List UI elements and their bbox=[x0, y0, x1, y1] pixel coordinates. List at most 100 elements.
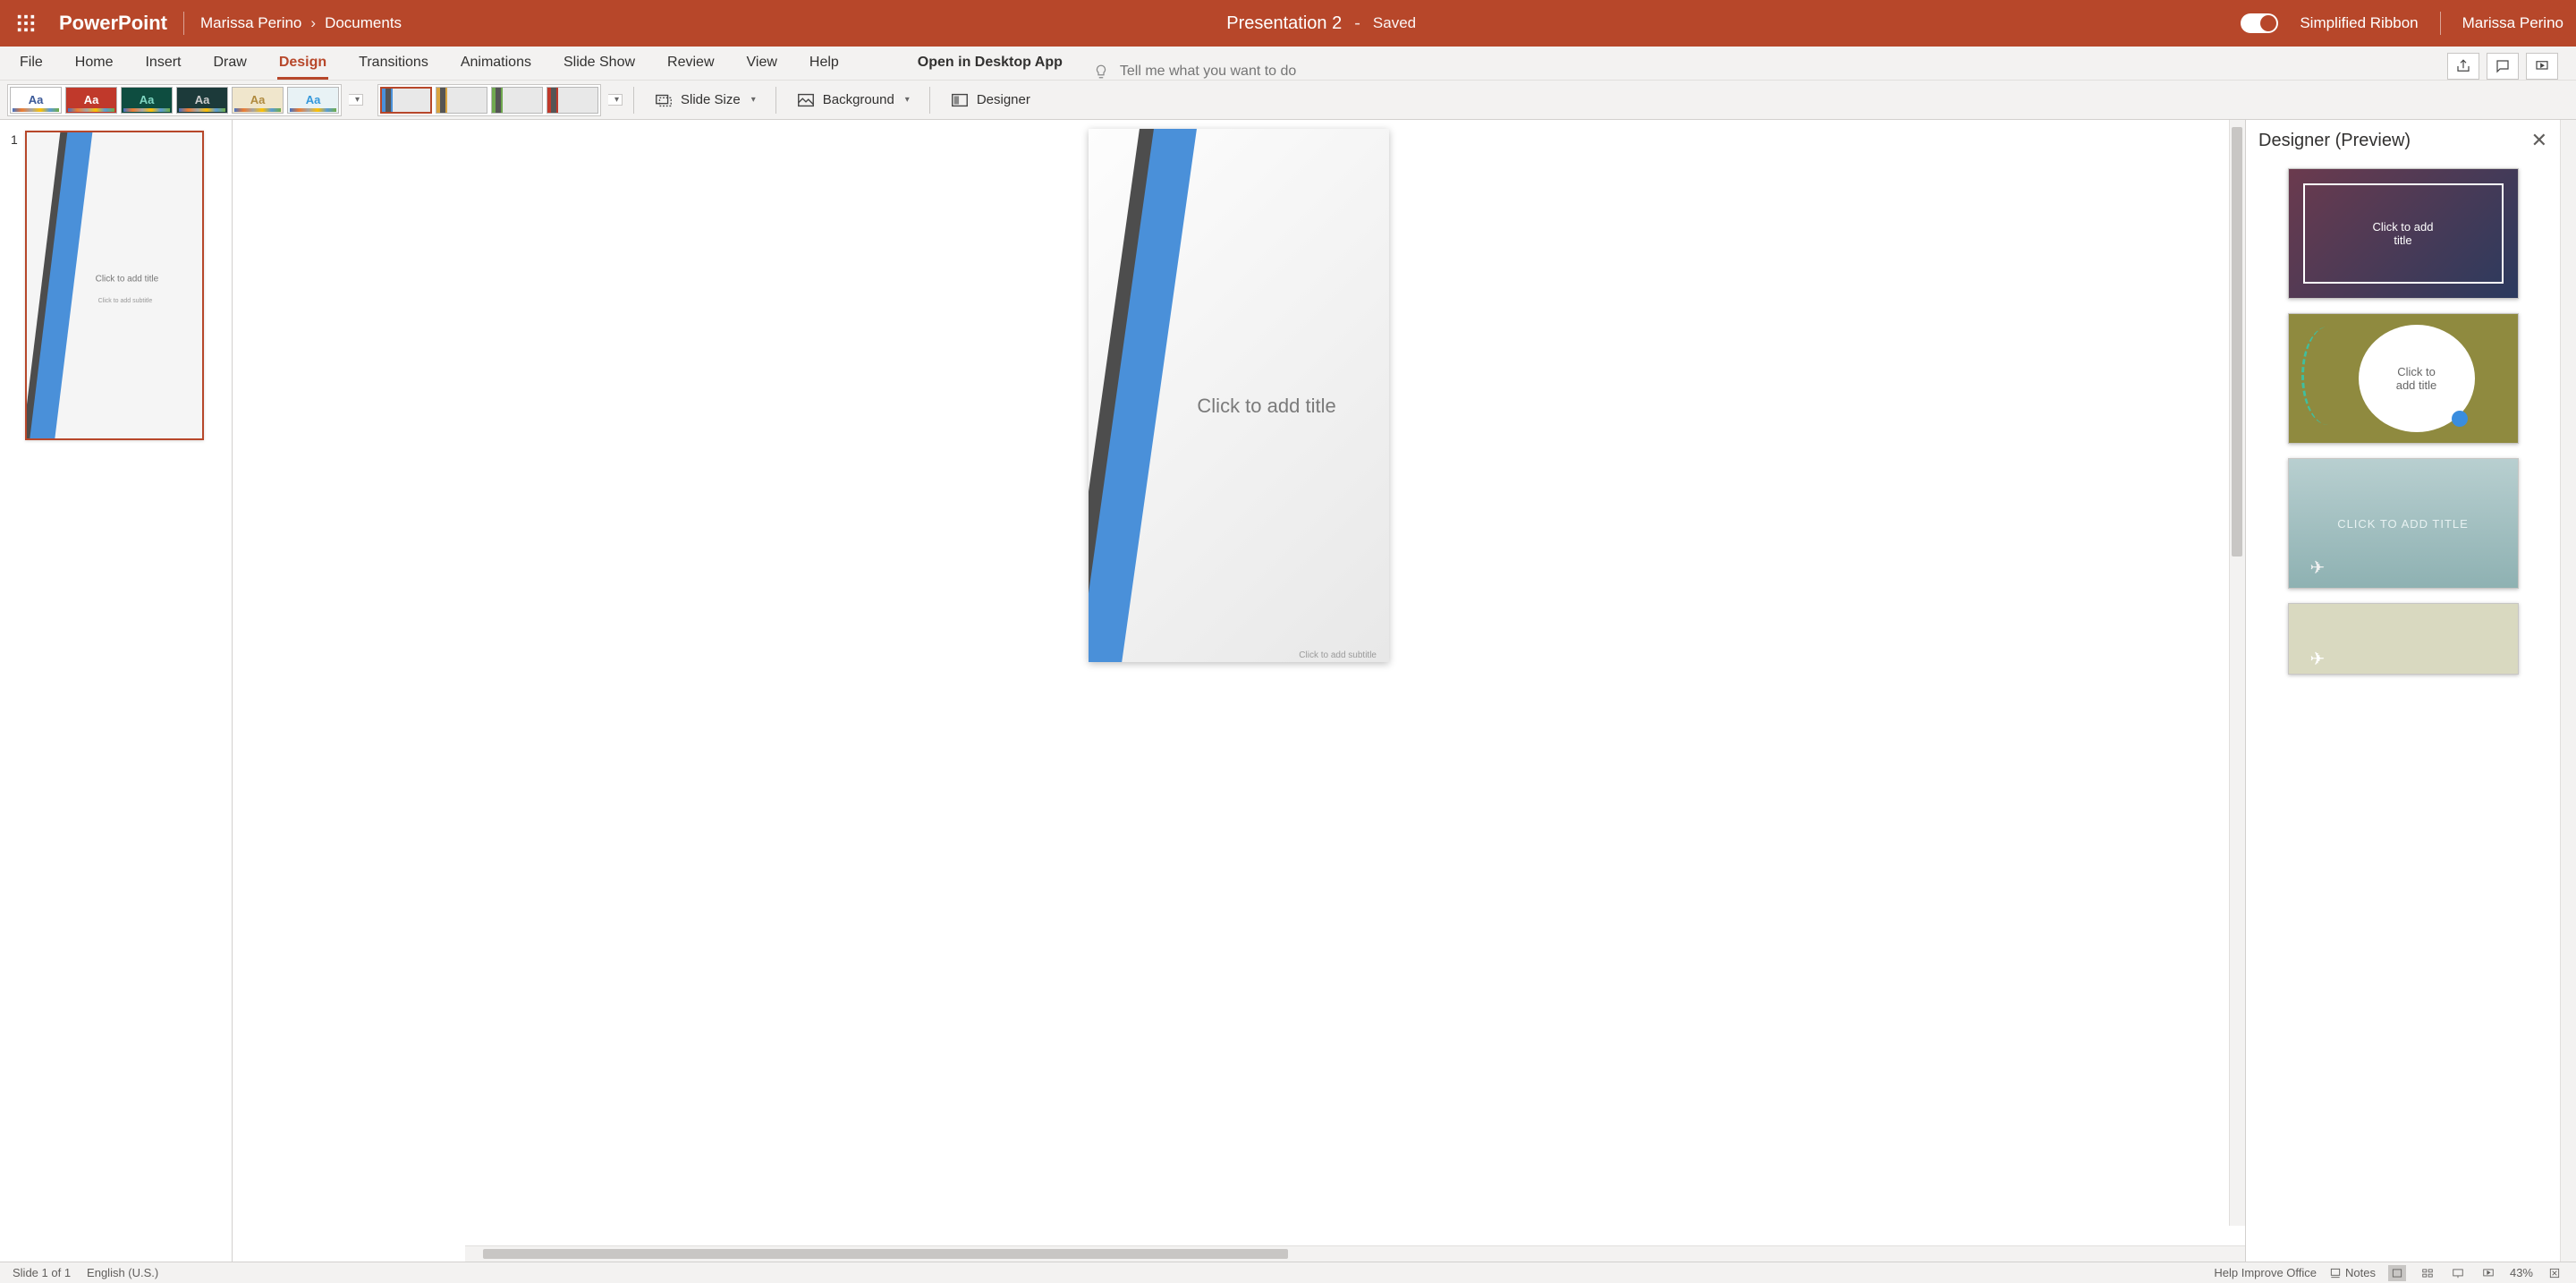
designer-suggestions-list: Click to add title Click to add title CL… bbox=[2246, 161, 2560, 1262]
designer-preview-pane: Designer (Preview) ✕ Click to add title … bbox=[2245, 120, 2560, 1262]
themes-more-button[interactable]: ▾ bbox=[349, 94, 363, 106]
theme-thumb-4[interactable]: Aa bbox=[176, 87, 228, 114]
canvas-vertical-scrollbar[interactable] bbox=[2229, 120, 2245, 1226]
search-input[interactable] bbox=[1120, 64, 1352, 80]
tab-help[interactable]: Help bbox=[808, 47, 841, 80]
app-launcher-icon[interactable] bbox=[13, 10, 39, 37]
tab-view[interactable]: View bbox=[745, 47, 779, 80]
variant-thumb-3[interactable] bbox=[491, 87, 543, 114]
designer-label: Designer bbox=[977, 92, 1030, 107]
comments-button[interactable] bbox=[2487, 53, 2519, 80]
tab-transitions[interactable]: Transitions bbox=[357, 47, 430, 80]
share-button[interactable] bbox=[2447, 53, 2479, 80]
designer-pane-header: Designer (Preview) ✕ bbox=[2246, 120, 2560, 161]
slide-size-button[interactable]: Slide Size ▾ bbox=[645, 87, 765, 114]
separator bbox=[183, 12, 184, 35]
breadcrumb-user[interactable]: Marissa Perino bbox=[200, 14, 301, 32]
slide-counter: Slide 1 of 1 bbox=[13, 1266, 71, 1279]
title-placeholder[interactable]: Click to add title bbox=[1197, 395, 1335, 418]
zoom-level[interactable]: 43% bbox=[2510, 1266, 2533, 1279]
breadcrumb-location[interactable]: Documents bbox=[325, 14, 402, 32]
slide-thumbnail-pane: 1 Click to add title Click to add subtit… bbox=[0, 120, 233, 1262]
app-name: PowerPoint bbox=[59, 12, 167, 35]
theme-thumb-1[interactable]: Aa bbox=[10, 87, 62, 114]
title-right: Simplified Ribbon Marissa Perino bbox=[2241, 12, 2563, 35]
tab-insert[interactable]: Insert bbox=[143, 47, 182, 80]
theme-thumb-5[interactable]: Aa bbox=[232, 87, 284, 114]
ribbon-tabs: File Home Insert Draw Design Transitions… bbox=[0, 47, 2576, 81]
theme-thumb-3[interactable]: Aa bbox=[121, 87, 173, 114]
simplified-ribbon-toggle[interactable] bbox=[2241, 13, 2278, 33]
paper-plane-icon: ✈ bbox=[2310, 557, 2326, 579]
title-bar: PowerPoint Marissa Perino › Documents Pr… bbox=[0, 0, 2576, 47]
separator bbox=[633, 87, 634, 114]
main-area: 1 Click to add title Click to add subtit… bbox=[0, 120, 2576, 1262]
tab-review[interactable]: Review bbox=[665, 47, 716, 80]
simplified-ribbon-label: Simplified Ribbon bbox=[2300, 14, 2418, 32]
slide-size-icon bbox=[654, 90, 674, 110]
save-status: Saved bbox=[1373, 14, 1416, 32]
separator bbox=[2440, 12, 2441, 35]
thumb-subtitle-placeholder: Click to add subtitle bbox=[98, 298, 153, 304]
notes-button[interactable]: Notes bbox=[2329, 1266, 2376, 1279]
chevron-down-icon: ▾ bbox=[905, 95, 910, 105]
tab-home[interactable]: Home bbox=[73, 47, 115, 80]
theme-thumb-6[interactable]: Aa bbox=[287, 87, 339, 114]
tab-draw[interactable]: Draw bbox=[211, 47, 248, 80]
background-button[interactable]: Background ▾ bbox=[787, 87, 919, 114]
designer-pane-title: Designer (Preview) bbox=[2258, 131, 2411, 151]
action-buttons bbox=[2447, 53, 2558, 80]
design-suggestion-1[interactable]: Click to add title bbox=[2288, 168, 2519, 299]
help-improve-link[interactable]: Help Improve Office bbox=[2214, 1266, 2317, 1279]
separator bbox=[775, 87, 776, 114]
present-button[interactable] bbox=[2526, 53, 2558, 80]
close-icon[interactable]: ✕ bbox=[2531, 129, 2547, 152]
thumbnail-row: 1 Click to add title Click to add subtit… bbox=[11, 131, 221, 440]
tab-design[interactable]: Design bbox=[277, 47, 328, 80]
design-suggestion-3[interactable]: CLICK TO ADD TITLE ✈ bbox=[2288, 458, 2519, 589]
thumbnail-number: 1 bbox=[11, 131, 18, 440]
variant-thumb-4[interactable] bbox=[547, 87, 598, 114]
title-center: Presentation 2 - Saved bbox=[418, 13, 2224, 34]
slide-canvas[interactable]: Click to add title Click to add subtitle bbox=[1089, 129, 1389, 662]
variants-gallery bbox=[377, 84, 601, 116]
theme-thumb-2[interactable]: Aa bbox=[65, 87, 117, 114]
chevron-right-icon: › bbox=[310, 14, 316, 32]
variant-thumb-2[interactable] bbox=[436, 87, 487, 114]
reading-view-button[interactable] bbox=[2449, 1265, 2467, 1281]
card-title-line2: title bbox=[2373, 234, 2434, 247]
tab-file[interactable]: File bbox=[18, 47, 45, 80]
open-in-desktop-button[interactable]: Open in Desktop App bbox=[916, 47, 1064, 80]
normal-view-button[interactable] bbox=[2388, 1265, 2406, 1281]
themes-gallery: Aa Aa Aa Aa Aa Aa bbox=[7, 84, 342, 116]
card-title-line1: Click to bbox=[2397, 365, 2436, 378]
background-icon bbox=[796, 90, 816, 110]
background-label: Background bbox=[823, 92, 894, 107]
design-suggestion-2[interactable]: Click to add title bbox=[2288, 313, 2519, 444]
account-name[interactable]: Marissa Perino bbox=[2462, 14, 2563, 32]
tab-slideshow[interactable]: Slide Show bbox=[562, 47, 637, 80]
dash: - bbox=[1354, 13, 1360, 34]
canvas-horizontal-scrollbar[interactable] bbox=[465, 1245, 2245, 1262]
lightbulb-icon bbox=[1093, 64, 1109, 80]
fit-to-window-button[interactable] bbox=[2546, 1265, 2563, 1281]
slide-thumbnail-1[interactable]: Click to add title Click to add subtitle bbox=[25, 131, 204, 440]
tab-animations[interactable]: Animations bbox=[459, 47, 533, 80]
subtitle-placeholder[interactable]: Click to add subtitle bbox=[1299, 650, 1377, 660]
slideshow-view-button[interactable] bbox=[2479, 1265, 2497, 1281]
design-suggestion-4[interactable]: ✈ bbox=[2288, 603, 2519, 675]
slide-sorter-view-button[interactable] bbox=[2419, 1265, 2436, 1281]
designer-icon bbox=[950, 90, 970, 110]
card-title-line1: Click to add bbox=[2373, 220, 2434, 234]
notes-label: Notes bbox=[2345, 1266, 2376, 1279]
language-status[interactable]: English (U.S.) bbox=[87, 1266, 158, 1279]
slide-canvas-area: Click to add title Click to add subtitle bbox=[233, 120, 2245, 1262]
paper-plane-icon: ✈ bbox=[2310, 648, 2326, 670]
designer-button[interactable]: Designer bbox=[941, 87, 1039, 114]
variant-thumb-1[interactable] bbox=[380, 87, 432, 114]
file-name[interactable]: Presentation 2 bbox=[1226, 13, 1342, 34]
card-title-line2: add title bbox=[2396, 378, 2437, 392]
variants-more-button[interactable]: ▾ bbox=[608, 94, 623, 106]
designer-pane-scrollbar[interactable] bbox=[2560, 120, 2576, 1262]
ribbon-design: Aa Aa Aa Aa Aa Aa ▾ ▾ Slide Size ▾ Backg… bbox=[0, 81, 2576, 120]
